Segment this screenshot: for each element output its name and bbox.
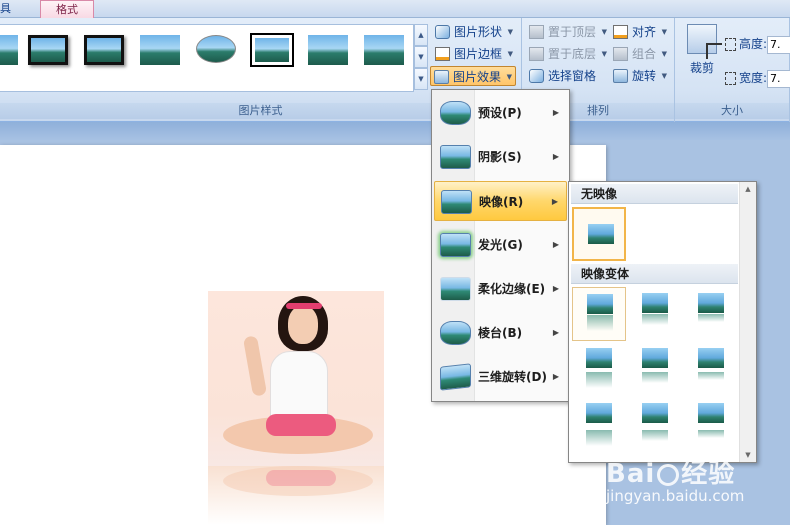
submenu-arrow-icon: ▶ bbox=[552, 372, 559, 381]
group-label-size: 大小 bbox=[675, 103, 789, 119]
ribbon: ▲ ▼ ▼ 图片形状 ▼ 图片边框 ▼ 图片效果 ▼ 图片样式 置于顶层 ▼ 置… bbox=[0, 18, 790, 122]
bring-to-front-button[interactable]: 置于顶层 ▼ bbox=[526, 22, 610, 42]
gallery-scroll: ▲ ▼ ▼ bbox=[414, 24, 428, 92]
submenu-arrow-icon: ▶ bbox=[552, 108, 559, 117]
menu-item-preset[interactable]: 预设(P) ▶ bbox=[434, 93, 567, 133]
chevron-down-icon: ▼ bbox=[507, 50, 514, 58]
3d-rotation-icon bbox=[440, 363, 471, 391]
reflection-variant-8[interactable] bbox=[628, 397, 682, 451]
chevron-down-icon: ▼ bbox=[661, 28, 668, 36]
no-reflection-header: 无映像 bbox=[571, 184, 738, 204]
no-reflection-option[interactable] bbox=[572, 207, 626, 261]
soft-edges-icon bbox=[440, 277, 471, 301]
gallery-up-button[interactable]: ▲ bbox=[414, 24, 428, 46]
submenu-scrollbar[interactable]: ▲ ▼ bbox=[739, 182, 756, 462]
menu-item-soft-edges[interactable]: 柔化边缘(E) ▶ bbox=[434, 269, 567, 309]
group-button[interactable]: 组合 ▼ bbox=[610, 44, 670, 64]
height-row: 高度: 7. bbox=[725, 34, 790, 54]
workspace-band bbox=[0, 122, 790, 140]
style-thumb-7[interactable] bbox=[308, 35, 348, 65]
reflection-submenu: 无映像 映像变体 ▲ ▼ bbox=[568, 181, 757, 463]
reflection-variant-6[interactable] bbox=[684, 342, 738, 396]
watermark-url: jingyan.baidu.com bbox=[606, 487, 745, 505]
chevron-down-icon: ▼ bbox=[506, 73, 513, 81]
crop-button[interactable]: 裁剪 bbox=[682, 24, 722, 84]
picture-style-gallery bbox=[0, 24, 414, 92]
style-thumb-5[interactable] bbox=[196, 35, 236, 63]
width-icon bbox=[725, 72, 736, 85]
reflection-variant-1[interactable] bbox=[572, 287, 626, 341]
scroll-up-icon[interactable]: ▲ bbox=[740, 182, 756, 196]
send-back-icon bbox=[529, 47, 544, 61]
reflection-variant-7[interactable] bbox=[572, 397, 626, 451]
align-icon bbox=[613, 25, 628, 39]
bevel-icon bbox=[440, 321, 471, 345]
send-to-back-button[interactable]: 置于底层 ▼ bbox=[526, 44, 610, 64]
baidu-jingyan-watermark: Bai 经验 jingyan.baidu.com bbox=[606, 453, 790, 513]
chevron-down-icon: ▼ bbox=[601, 28, 608, 36]
rotate-icon bbox=[613, 69, 628, 83]
submenu-arrow-icon: ▶ bbox=[552, 284, 559, 293]
menu-item-shadow[interactable]: 阴影(S) ▶ bbox=[434, 137, 567, 177]
chevron-down-icon: ▼ bbox=[601, 50, 608, 58]
tab-format[interactable]: 格式 bbox=[40, 0, 94, 18]
gallery-down-button[interactable]: ▼ bbox=[414, 46, 428, 68]
paw-icon bbox=[657, 463, 680, 486]
reflection-variant-9[interactable] bbox=[684, 397, 738, 451]
picture-shape-button[interactable]: 图片形状 ▼ bbox=[432, 22, 516, 42]
gallery-more-button[interactable]: ▼ bbox=[414, 68, 428, 90]
style-thumb-3[interactable] bbox=[84, 35, 124, 65]
style-thumb-1[interactable] bbox=[0, 35, 18, 65]
reflection-variations-header: 映像变体 bbox=[571, 264, 738, 284]
crop-icon bbox=[687, 24, 722, 59]
picture-border-icon bbox=[435, 47, 450, 61]
reflection-icon bbox=[441, 190, 472, 214]
submenu-arrow-icon: ▶ bbox=[552, 328, 559, 337]
picture-effects-icon bbox=[434, 70, 449, 84]
tab-picture-tools[interactable]: 具 bbox=[0, 0, 26, 18]
picture-reflection bbox=[208, 466, 384, 525]
menu-item-glow[interactable]: 发光(G) ▶ bbox=[434, 225, 567, 265]
reflection-variant-3[interactable] bbox=[684, 287, 738, 341]
chevron-down-icon: ▼ bbox=[507, 28, 514, 36]
style-thumb-4[interactable] bbox=[140, 35, 180, 65]
submenu-arrow-icon: ▶ bbox=[551, 197, 558, 206]
submenu-arrow-icon: ▶ bbox=[552, 240, 559, 249]
submenu-arrow-icon: ▶ bbox=[552, 152, 559, 161]
picture-effects-menu: 预设(P) ▶ 阴影(S) ▶ 映像(R) ▶ 发光(G) ▶ 柔化边缘(E) … bbox=[431, 89, 570, 402]
chevron-down-icon: ▼ bbox=[661, 72, 668, 80]
ribbon-tab-bar: 具 格式 bbox=[0, 0, 790, 18]
preset-icon bbox=[440, 101, 471, 125]
style-thumb-6[interactable] bbox=[250, 33, 294, 67]
width-input[interactable]: 7. bbox=[767, 69, 790, 88]
style-thumb-2[interactable] bbox=[28, 35, 68, 65]
group-icon bbox=[613, 47, 628, 61]
selection-pane-button[interactable]: 选择窗格 bbox=[526, 66, 610, 86]
height-input[interactable]: 7. bbox=[767, 35, 790, 54]
style-thumb-8[interactable] bbox=[364, 35, 404, 65]
picture-effects-button[interactable]: 图片效果 ▼ bbox=[430, 66, 517, 86]
reflection-variant-2[interactable] bbox=[628, 287, 682, 341]
selection-pane-icon bbox=[529, 69, 544, 83]
width-row: 宽度: 7. bbox=[725, 68, 790, 88]
reflection-variant-5[interactable] bbox=[628, 342, 682, 396]
selected-picture[interactable] bbox=[208, 291, 384, 466]
reflection-variant-4[interactable] bbox=[572, 342, 626, 396]
chevron-down-icon: ▼ bbox=[661, 50, 668, 58]
picture-border-button[interactable]: 图片边框 ▼ bbox=[432, 44, 516, 64]
group-size: 裁剪 高度: 7. 宽度: 7. 大小 bbox=[675, 18, 790, 122]
menu-item-reflection[interactable]: 映像(R) ▶ bbox=[434, 181, 567, 221]
menu-item-3d-rotation[interactable]: 三维旋转(D) ▶ bbox=[434, 357, 567, 397]
rotate-button[interactable]: 旋转 ▼ bbox=[610, 66, 670, 86]
bring-front-icon bbox=[529, 25, 544, 39]
height-icon bbox=[725, 38, 736, 51]
menu-item-bevel[interactable]: 棱台(B) ▶ bbox=[434, 313, 567, 353]
picture-shape-icon bbox=[435, 25, 450, 39]
glow-icon bbox=[440, 233, 471, 257]
watermark-logo: Bai 经验 bbox=[606, 459, 736, 489]
shadow-icon bbox=[440, 145, 471, 169]
align-button[interactable]: 对齐 ▼ bbox=[610, 22, 670, 42]
